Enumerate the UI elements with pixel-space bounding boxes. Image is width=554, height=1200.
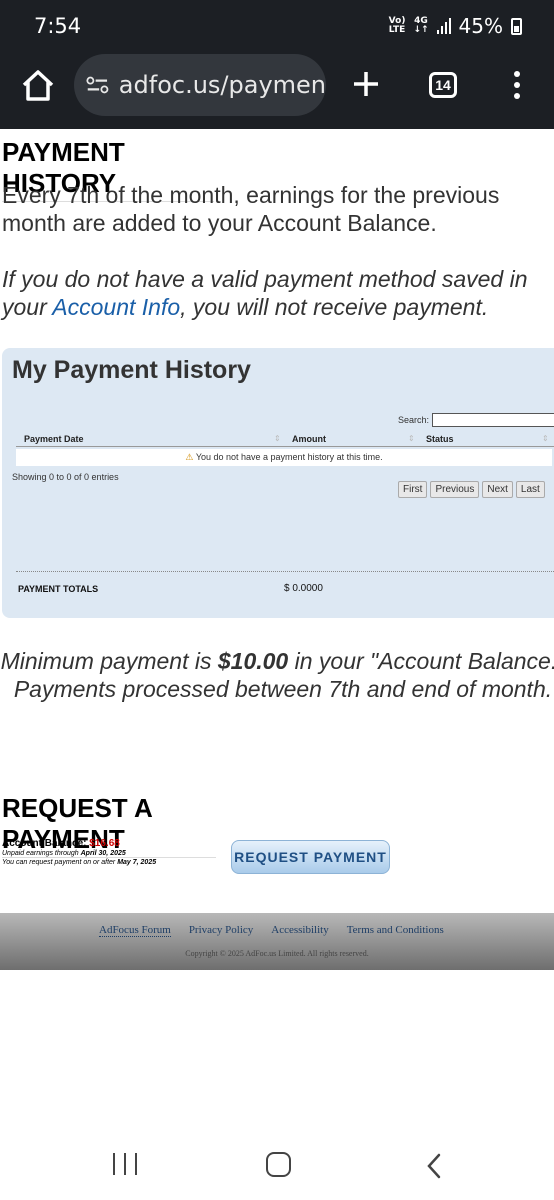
intro-text: Every 7th of the month, earnings for the… xyxy=(2,182,500,236)
battery-percent: 45% xyxy=(458,14,503,38)
totals-label: PAYMENT TOTALS xyxy=(18,584,99,594)
pagination: First Previous Next Last xyxy=(398,481,545,498)
column-amount[interactable]: Amount xyxy=(292,434,326,444)
clock: 7:54 xyxy=(34,14,82,38)
site-footer: AdFocus Forum Privacy Policy Accessibili… xyxy=(0,913,554,970)
last-page-button[interactable]: Last xyxy=(515,481,545,498)
overflow-menu-icon[interactable] xyxy=(512,70,522,100)
back-icon[interactable] xyxy=(424,1152,444,1180)
entries-info: Showing 0 to 0 of 0 entries xyxy=(12,472,119,482)
warning-icon: ⚠ xyxy=(185,452,194,462)
sort-icon[interactable]: ⇕ xyxy=(408,434,415,443)
copyright: Copyright © 2025 AdFoc.us Limited. All r… xyxy=(185,949,369,958)
address-bar[interactable]: adfoc.us/paymen xyxy=(74,54,326,116)
unpaid-earnings-note: Unpaid earnings through April 30, 2025 xyxy=(2,850,126,857)
previous-page-button[interactable]: Previous xyxy=(430,481,480,498)
tab-switcher-button[interactable]: 14 xyxy=(429,72,457,98)
empty-table-row: ⚠ You do not have a payment history at t… xyxy=(16,449,552,466)
request-payment-button[interactable]: REQUEST PAYMENT xyxy=(231,840,390,874)
search-label: Search: xyxy=(398,415,430,425)
account-info-link[interactable]: Account Info xyxy=(52,294,180,320)
first-page-button[interactable]: First xyxy=(398,481,428,498)
payment-history-panel: My Payment History Search: Payment Date … xyxy=(2,348,554,618)
footer-links: AdFocus Forum Privacy Policy Accessibili… xyxy=(99,924,444,937)
panel-title: My Payment History xyxy=(12,356,251,384)
recents-icon[interactable] xyxy=(113,1153,137,1175)
request-eligibility-note: You can request payment on or after May … xyxy=(2,859,157,866)
payment-totals-row: PAYMENT TOTALS $ 0.0000 xyxy=(16,571,554,601)
footer-link-privacy[interactable]: Privacy Policy xyxy=(189,924,253,937)
volte-icon: Vo) LTE xyxy=(388,16,406,35)
browser-toolbar: adfoc.us/paymen 14 xyxy=(0,52,554,129)
payment-method-notice: If you do not have a valid payment metho… xyxy=(2,266,528,320)
site-settings-icon[interactable] xyxy=(86,74,109,96)
minimum-payment-note: Minimum payment is $10.00 in your "Accou… xyxy=(0,648,554,702)
home-nav-icon[interactable] xyxy=(266,1152,291,1177)
url-text[interactable]: adfoc.us/paymen xyxy=(119,71,326,99)
account-balance-block: Account Balance: $16.68 Unpaid earnings … xyxy=(2,838,222,867)
totals-value: $ 0.0000 xyxy=(284,583,323,594)
account-balance: Account Balance: $16.68 xyxy=(2,838,120,849)
new-tab-icon[interactable] xyxy=(350,68,382,100)
footer-link-terms[interactable]: Terms and Conditions xyxy=(347,924,444,937)
system-nav-bar xyxy=(0,1130,554,1200)
account-balance-value: $16.68 xyxy=(89,838,120,849)
next-page-button[interactable]: Next xyxy=(482,481,513,498)
column-status[interactable]: Status xyxy=(426,434,454,444)
column-payment-date[interactable]: Payment Date xyxy=(24,434,84,444)
sort-icon[interactable]: ⇕ xyxy=(274,434,281,443)
footer-link-forum[interactable]: AdFocus Forum xyxy=(99,924,171,937)
footer-link-accessibility[interactable]: Accessibility xyxy=(271,924,328,937)
table-header: Payment Date ⇕ Amount ⇕ Status ⇕ xyxy=(16,432,554,447)
search-input[interactable] xyxy=(432,413,554,427)
status-icons: Vo) LTE 4G ↓↑ 45% xyxy=(389,14,522,38)
sort-icon[interactable]: ⇕ xyxy=(542,434,549,443)
network-4g-icon: 4G ↓↑ xyxy=(413,16,429,35)
signal-icon xyxy=(436,18,451,34)
battery-icon xyxy=(511,17,522,35)
status-bar: 7:54 Vo) LTE 4G ↓↑ 45% xyxy=(0,0,554,52)
minimum-amount: $10.00 xyxy=(217,648,289,674)
home-icon[interactable] xyxy=(18,66,58,106)
